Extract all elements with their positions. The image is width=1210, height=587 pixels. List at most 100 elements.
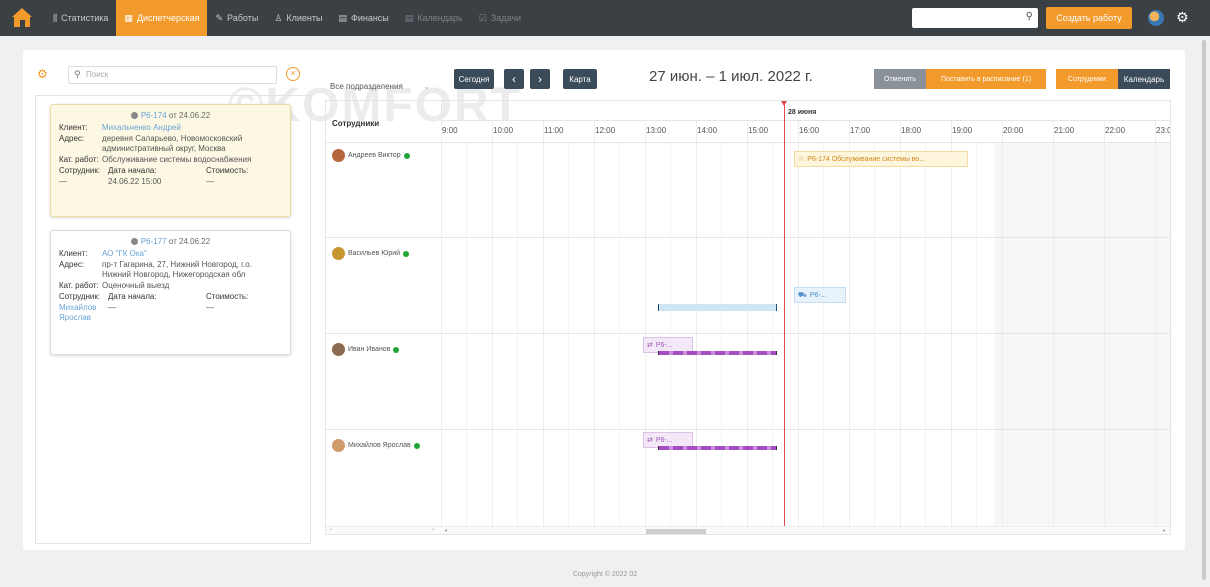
event-p6-174[interactable]: ☆ P6-174 Обслуживание системы во... — [794, 151, 968, 167]
online-status-icon — [393, 346, 400, 353]
schedule-button[interactable]: Поставить в расписание (1) — [926, 69, 1046, 89]
cancel-button[interactable]: Отменить — [874, 69, 926, 89]
department-select[interactable]: Все подразделения ⌄ — [326, 78, 434, 96]
client-link[interactable]: Михальченко Андрей — [102, 123, 181, 133]
create-work-button[interactable]: Создать работу — [1046, 7, 1132, 29]
clear-icon[interactable]: × — [286, 67, 300, 81]
hour-gridline — [594, 121, 595, 534]
hour-gridline — [441, 121, 442, 534]
hour-gridline — [849, 121, 850, 534]
employees-column-title: Сотрудники — [332, 119, 380, 128]
online-status-icon — [413, 442, 420, 449]
map-button[interactable]: Карта — [563, 69, 597, 89]
employee-row[interactable]: Иван Иванов — [332, 343, 400, 356]
hour-label: 11:00 — [544, 126, 564, 135]
employee-row[interactable]: Васильев Юрий — [332, 247, 410, 260]
half-hour-gridline — [1129, 143, 1130, 534]
page-scrollbar[interactable] — [1200, 36, 1208, 587]
hour-gridline — [645, 121, 646, 534]
half-hour-gridline — [772, 143, 773, 534]
hour-gridline — [1104, 121, 1105, 534]
hour-gridline — [1155, 121, 1156, 534]
off-hours-shade — [994, 143, 1170, 526]
nav-item-dispatch[interactable]: ▦ Диспетчерская — [116, 0, 208, 36]
hour-label: 13:00 — [646, 126, 667, 135]
hour-label: 21:00 — [1054, 126, 1075, 135]
search-icon[interactable]: ⚲ — [1026, 11, 1033, 22]
date-label: 28 июня — [788, 109, 817, 116]
work-card[interactable]: P6-174 от 24.06.22 Клиент: Михальченко Ан… — [50, 104, 291, 217]
half-hour-gridline — [568, 143, 569, 534]
event-tag-blue[interactable]: ⛟ P6-... — [794, 287, 846, 303]
scroll-right-icon[interactable]: ▸ — [1163, 527, 1166, 534]
hour-label: 9:00 — [442, 126, 458, 135]
calendar-icon: ▤ — [404, 12, 414, 23]
event-bar-purple[interactable] — [658, 446, 777, 450]
filter-icon[interactable]: ⚙ — [37, 67, 48, 81]
hour-gridline — [951, 121, 952, 534]
main-panel: ©KOMFORT ⚙ ⚲ Поиск × P6-174 от 24.06.22 … — [23, 50, 1185, 550]
half-hour-gridline — [1078, 143, 1079, 534]
calendar-icon: ▦ — [124, 12, 133, 23]
event-bar-blue[interactable] — [658, 304, 777, 311]
wrench-icon: ✎ — [215, 12, 224, 23]
work-card[interactable]: P6-177 от 24.06.22 Клиент: АО "ГК Ока" Ад… — [50, 230, 291, 355]
nav-item-finance[interactable]: ▤ Финансы — [330, 0, 396, 36]
avatar — [332, 247, 345, 260]
event-bar-purple[interactable] — [658, 351, 777, 355]
today-button[interactable]: Сегодня — [454, 69, 494, 89]
client-link[interactable]: АО "ГК Ока" — [102, 249, 147, 259]
footer-copyright: Copyright © 2022 02 — [572, 571, 638, 578]
scroll-right-icon[interactable]: › — [432, 527, 434, 533]
work-list: P6-174 от 24.06.22 Клиент: Михальченко Ан… — [35, 95, 311, 544]
gear-icon[interactable]: ⚙ — [1176, 9, 1189, 26]
hour-label: 10:00 — [493, 126, 514, 135]
user-avatar[interactable] — [1148, 10, 1164, 26]
sidebar-search-input[interactable]: ⚲ Поиск — [68, 66, 277, 84]
star-icon: ☆ — [798, 156, 805, 163]
half-hour-gridline — [619, 143, 620, 534]
nav-item-works[interactable]: ✎ Работы — [207, 0, 266, 36]
hour-gridline — [900, 121, 901, 534]
date-range-title: 27 июн. – 1 июл. 2022 г. — [649, 68, 813, 85]
hour-gridline — [696, 121, 697, 534]
prev-week-button[interactable]: ‹ — [504, 69, 524, 89]
scrollbar-thumb[interactable] — [646, 529, 706, 534]
work-number-link[interactable]: P6-174 — [141, 111, 167, 120]
hour-label: 16:00 — [799, 126, 820, 135]
employee-link[interactable]: Михайлов Ярослав — [59, 303, 102, 323]
nav-item-tasks[interactable]: ☑ Задачи — [471, 0, 529, 36]
current-time-marker-icon — [781, 101, 787, 106]
hour-label: 15:00 — [748, 126, 769, 135]
current-time-line — [784, 101, 785, 526]
hour-gridline — [492, 121, 493, 534]
half-hour-gridline — [976, 143, 977, 534]
car-icon: ⛟ — [798, 291, 807, 299]
unscheduled-sidebar: ⚙ ⚲ Поиск × P6-174 от 24.06.22 Клиент: Ми… — [35, 66, 311, 544]
avatar — [332, 149, 345, 162]
half-hour-gridline — [466, 143, 467, 534]
wallet-icon: ▤ — [338, 12, 347, 23]
work-number-link[interactable]: P6-177 — [141, 237, 167, 246]
hour-gridline — [1053, 121, 1054, 534]
horizontal-scrollbar[interactable]: ‹ › ◂ ▸ — [326, 526, 1170, 534]
avatar — [332, 343, 345, 356]
scroll-left-icon[interactable]: ‹ — [330, 527, 332, 533]
nav-item-clients[interactable]: ♙ Клиенты — [266, 0, 330, 36]
employees-view-button[interactable]: Сотрудники — [1056, 69, 1118, 89]
chevron-down-icon: ⌄ — [423, 82, 430, 91]
global-search-input[interactable]: ⚲ — [912, 8, 1038, 28]
hour-label: 17:00 — [850, 126, 871, 135]
home-logo-icon[interactable] — [11, 7, 33, 29]
main-nav: ⫼ Статистика ▦ Диспетчерская ✎ Работы ♙ Клие… — [45, 0, 529, 36]
half-hour-gridline — [874, 143, 875, 534]
next-week-button[interactable]: › — [530, 69, 550, 89]
scroll-left-icon[interactable]: ◂ — [444, 527, 447, 534]
calendar-view-button[interactable]: Календарь — [1118, 69, 1170, 89]
nav-item-statistics[interactable]: ⫼ Статистика — [45, 0, 116, 36]
nav-item-calendar[interactable]: ▤ Календарь — [397, 0, 471, 36]
employee-row[interactable]: Михайлов Ярослав — [332, 439, 420, 452]
schedule-grid: Сотрудники 28 июня 9:00 10:00 11:00 12:00 13… — [325, 100, 1171, 535]
employee-row[interactable]: Андреев Виктор — [332, 149, 410, 162]
status-dot-icon — [130, 112, 138, 120]
